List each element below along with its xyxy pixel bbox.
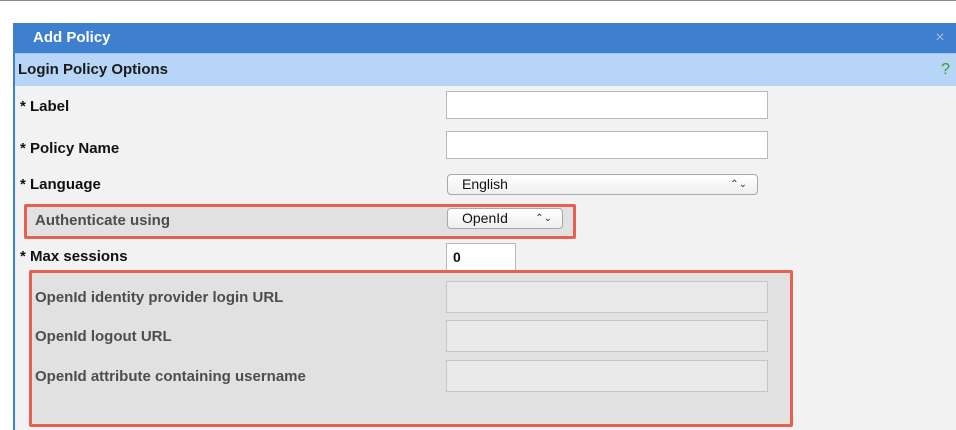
policy-name-input[interactable]: [446, 131, 768, 159]
openid-username-attribute-input[interactable]: [446, 360, 768, 392]
authenticate-using-select[interactable]: OpenId ⌃⌄: [447, 208, 563, 229]
language-select[interactable]: English ⌃⌄: [447, 174, 758, 195]
max-sessions-input[interactable]: [446, 243, 516, 271]
authenticate-using-field-label: Authenticate using: [35, 212, 171, 229]
help-icon[interactable]: ?: [941, 54, 950, 86]
openid-login-url-field-label: OpenId identity provider login URL: [35, 289, 284, 306]
policy-name-field-label: * Policy Name: [20, 140, 120, 157]
language-selected-value: English: [462, 176, 508, 192]
section-title: Login Policy Options: [18, 61, 168, 78]
authenticate-using-selected-value: OpenId: [462, 210, 508, 226]
openid-logout-url-input[interactable]: [446, 320, 768, 352]
openid-logout-url-field-label: OpenId logout URL: [35, 328, 172, 345]
max-sessions-field-label: * Max sessions: [20, 248, 128, 265]
label-field-label: * Label: [20, 98, 70, 115]
select-arrows-icon: ⌃⌄: [730, 179, 747, 190]
dialog-title: Add Policy: [33, 29, 111, 46]
section-header: Login Policy Options ?: [15, 53, 956, 86]
openid-login-url-input[interactable]: [446, 281, 768, 313]
select-arrows-icon: ⌃⌄: [535, 213, 552, 224]
close-icon[interactable]: ×: [932, 23, 948, 53]
dialog-title-bar: Add Policy ×: [15, 23, 956, 53]
window-top-border: [0, 0, 956, 1]
language-field-label: * Language: [20, 176, 101, 193]
add-policy-dialog: Add Policy × Login Policy Options ? * La…: [13, 23, 956, 430]
openid-username-attribute-field-label: OpenId attribute containing username: [35, 368, 306, 385]
label-input[interactable]: [446, 91, 768, 119]
